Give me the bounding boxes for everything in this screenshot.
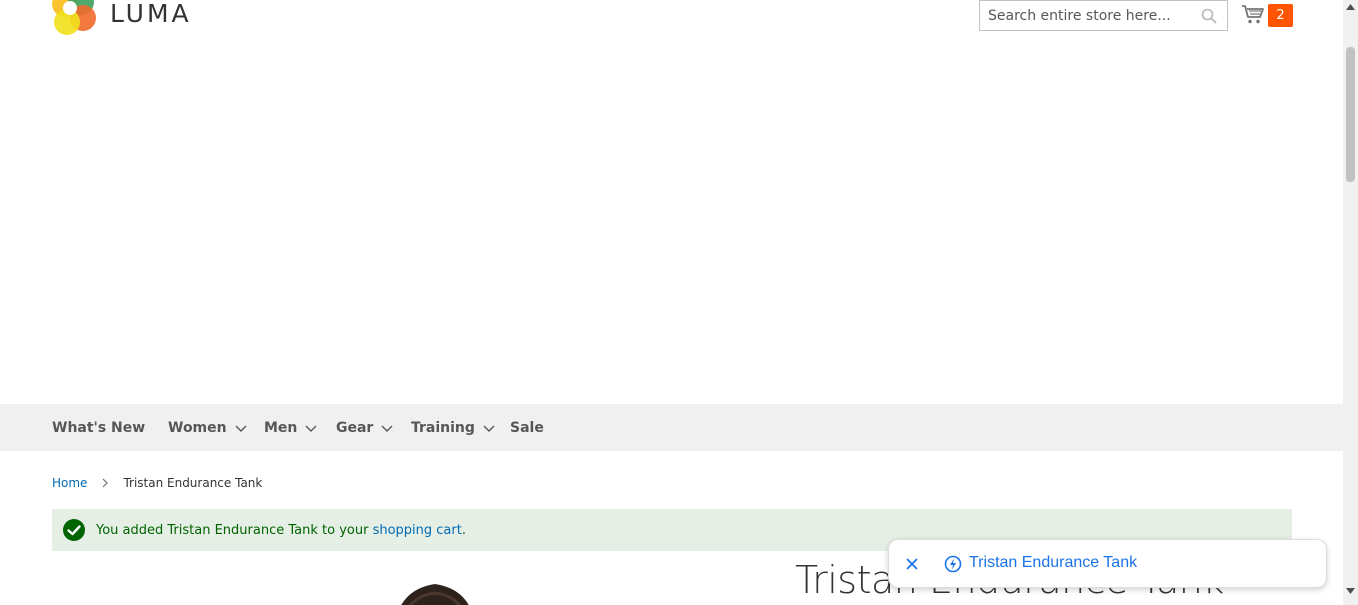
scroll-down-arrow-icon[interactable]	[1346, 588, 1355, 594]
message-suffix: .	[461, 522, 466, 538]
page: LUMA 2 What's New Women Men	[0, 0, 1343, 605]
chevron-right-icon	[103, 478, 109, 488]
vertical-scrollbar[interactable]	[1343, 0, 1358, 605]
nav-item-gear[interactable]: Gear	[336, 404, 393, 451]
logo-text: LUMA	[110, 0, 192, 28]
bolt-icon	[944, 555, 962, 573]
breadcrumb-home-link[interactable]: Home	[52, 476, 87, 490]
nav-item-men[interactable]: Men	[264, 404, 317, 451]
search-box	[979, 0, 1228, 31]
luma-logo-icon	[52, 0, 96, 35]
minicart-button[interactable]: 2	[1241, 2, 1293, 28]
nav-item-whats-new[interactable]: What's New	[52, 404, 145, 451]
breadcrumb-current: Tristan Endurance Tank	[123, 476, 263, 490]
search-input[interactable]	[988, 6, 1188, 26]
cart-count-badge: 2	[1268, 4, 1293, 27]
popup-product-link[interactable]: Tristan Endurance Tank	[969, 554, 1137, 572]
nav-item-label: Sale	[510, 419, 544, 436]
message-text: You added Tristan Endurance Tank to your…	[96, 523, 466, 538]
suggestion-popup: Tristan Endurance Tank	[888, 539, 1327, 588]
nav-item-sale[interactable]: Sale	[510, 404, 544, 451]
close-icon[interactable]	[904, 556, 920, 572]
breadcrumb: Home Tristan Endurance Tank	[52, 476, 262, 490]
check-circle-icon	[63, 519, 85, 541]
chevron-down-icon	[381, 425, 393, 432]
scrollbar-thumb[interactable]	[1346, 47, 1355, 182]
cart-icon	[1242, 5, 1264, 24]
product-image[interactable]	[395, 583, 475, 605]
nav-item-label: Women	[168, 419, 227, 436]
nav-item-women[interactable]: Women	[168, 404, 247, 451]
main-navigation: What's New Women Men Gear Training Sale	[0, 404, 1343, 451]
search-icon[interactable]	[1201, 8, 1217, 24]
shopping-cart-link[interactable]: shopping cart	[373, 523, 462, 538]
nav-item-label: What's New	[52, 419, 146, 436]
nav-item-label: Training	[411, 419, 475, 436]
message-prefix: You added Tristan Endurance Tank to your	[96, 522, 373, 538]
nav-item-label: Men	[264, 419, 298, 436]
store-logo[interactable]: LUMA	[52, 0, 192, 36]
chevron-down-icon	[235, 425, 247, 432]
chevron-down-icon	[483, 425, 495, 432]
scroll-up-arrow-icon[interactable]	[1346, 4, 1355, 10]
nav-item-label: Gear	[336, 419, 374, 436]
nav-item-training[interactable]: Training	[411, 404, 495, 451]
chevron-down-icon	[305, 425, 317, 432]
